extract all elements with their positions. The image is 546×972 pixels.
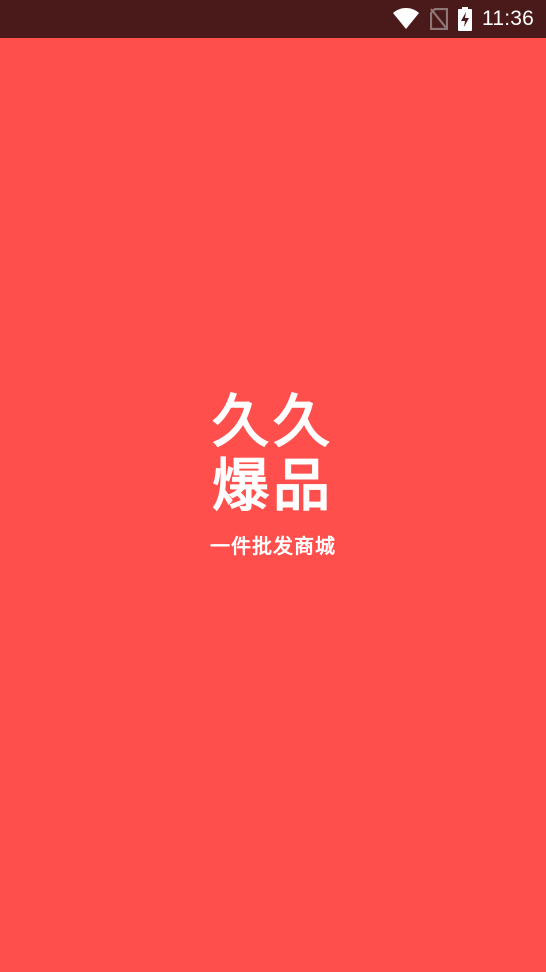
status-time: 11:36: [482, 7, 534, 30]
splash-background: 久久 爆品 一件批发商城: [0, 38, 546, 972]
no-sim-icon: [430, 8, 448, 30]
status-bar: 11:36: [0, 0, 546, 38]
battery-charging-icon: [458, 7, 472, 31]
app-slogan: 一件批发商城: [210, 534, 336, 558]
logo-line-1: 久久: [212, 389, 334, 455]
logo-line-2: 爆品: [212, 453, 334, 519]
app-logo: 久久 爆品 一件批发商城: [0, 390, 546, 559]
splash-screen: 11:36 久久 爆品 一件批发商城: [0, 0, 546, 972]
wifi-icon: [392, 8, 420, 30]
